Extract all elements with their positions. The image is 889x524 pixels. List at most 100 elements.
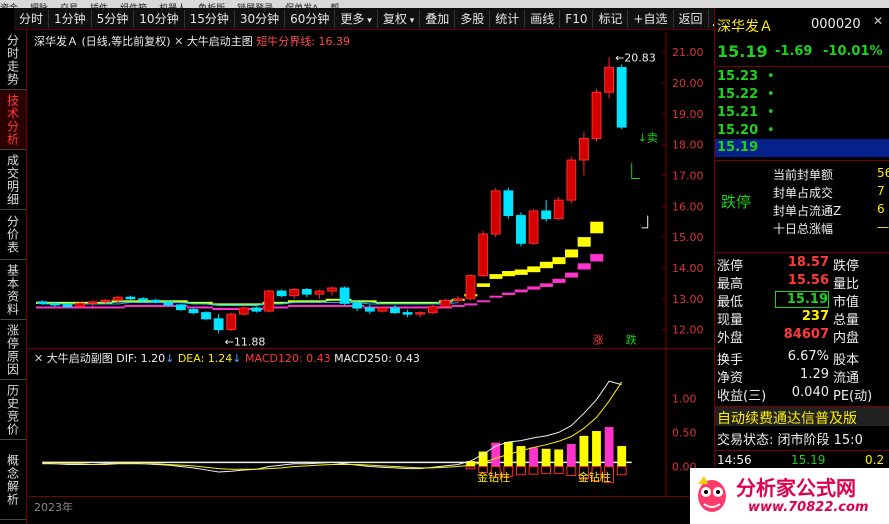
toolbar-button-12[interactable]: 画线: [525, 9, 561, 28]
quote-value: 0.040: [791, 385, 829, 400]
sidebar-item-0[interactable]: 分时走势: [0, 30, 26, 90]
main-indicator-name[interactable]: 大牛启动主图: [187, 35, 253, 48]
candle-body[interactable]: [226, 313, 237, 331]
candle-body[interactable]: [516, 215, 526, 244]
candle-body[interactable]: [276, 290, 287, 297]
sidebar-item-5[interactable]: 涨停原因: [0, 320, 26, 380]
ask-row[interactable]: 15.21 •: [715, 104, 889, 122]
candle-body[interactable]: [87, 301, 98, 304]
stock-trading-window: 资金把脉交易插件组件箱机器人免析版锁屏登录保单发A帮 分时1分钟5分钟10分钟1…: [0, 0, 889, 524]
toolbar-button-7[interactable]: 更多: [335, 9, 378, 28]
toolbar-button-11[interactable]: 统计: [490, 9, 526, 28]
toolbar-button-2[interactable]: 5分钟: [92, 9, 135, 28]
toolbar-button-4[interactable]: 15分钟: [185, 9, 235, 28]
sidebar-item-3[interactable]: 分价表: [0, 210, 26, 260]
toolbar-button-0[interactable]: 分时: [14, 9, 50, 28]
price-tick-label: 15.00: [672, 231, 704, 244]
candle-body[interactable]: [415, 312, 426, 315]
candle-body[interactable]: [390, 307, 400, 314]
candle-body[interactable]: [327, 287, 337, 292]
candle-body[interactable]: [175, 304, 186, 311]
magenta-band-segment: [98, 306, 113, 309]
candle-body[interactable]: [37, 301, 48, 304]
toolbar-button-8[interactable]: 复权: [378, 9, 421, 28]
candle-body[interactable]: [289, 289, 300, 297]
candle-body[interactable]: [125, 296, 136, 300]
candle-body[interactable]: [112, 296, 123, 301]
gear-icon[interactable]: ✕: [174, 35, 183, 48]
candle-body[interactable]: [377, 307, 388, 312]
toolbar-button-10[interactable]: 多股: [455, 9, 491, 28]
ask-row[interactable]: 15.20 •: [715, 122, 889, 140]
sidebar-item-6[interactable]: 历史竞价: [0, 380, 26, 440]
candle-body[interactable]: [478, 233, 489, 277]
candle-body[interactable]: [604, 67, 615, 93]
candle-body[interactable]: [352, 302, 363, 309]
toolbar-button-5[interactable]: 30分钟: [235, 9, 286, 28]
candle-body[interactable]: [453, 298, 463, 301]
candle-body[interactable]: [188, 309, 199, 314]
candle-body[interactable]: [503, 190, 514, 217]
toolbar-button-13[interactable]: F10: [560, 9, 594, 28]
toolbar-button-15[interactable]: +自选: [628, 9, 674, 28]
promo-link[interactable]: 自动续费通达信普及版: [715, 406, 889, 427]
candle-body[interactable]: [364, 307, 375, 312]
candle-body[interactable]: [150, 299, 161, 303]
price-chart[interactable]: 21.00 20.00 19.00 18.00 17.00 16.00 15.00 14.00…: [28, 31, 714, 349]
sidebar-item-1[interactable]: 技术分析: [0, 90, 26, 150]
candle-body[interactable]: [238, 307, 249, 315]
candle-body[interactable]: [138, 298, 148, 301]
sidebar-item-7[interactable]: 概念解析: [0, 440, 26, 520]
candle-body[interactable]: [440, 299, 451, 307]
price-change: -1.69: [775, 44, 813, 59]
candle-body[interactable]: [616, 67, 627, 128]
candle-body[interactable]: [579, 137, 589, 161]
quote-header: 深华发Ａ 000020 ✕: [715, 8, 889, 38]
candle-body[interactable]: [100, 299, 111, 303]
close-icon[interactable]: ✕: [873, 14, 883, 28]
ask-row[interactable]: 15.22 •: [715, 86, 889, 104]
candle-body[interactable]: [553, 199, 564, 220]
macd-chart[interactable]: 1.000.500.00金钻柱 金钻柱: [28, 349, 714, 495]
candle-body[interactable]: [264, 290, 274, 312]
quote-label-right: 跌停: [833, 259, 860, 274]
yellow-band-segment: [577, 237, 591, 247]
toolbar-button-1[interactable]: 1分钟: [49, 9, 92, 28]
candle-body[interactable]: [62, 304, 73, 307]
candle-body[interactable]: [251, 307, 262, 312]
sidebar-item-2[interactable]: 成交明细: [0, 150, 26, 210]
candle-body[interactable]: [201, 312, 211, 320]
candle-body[interactable]: [213, 318, 224, 331]
candle-body[interactable]: [427, 305, 438, 314]
quote-row: 最高 15.56 量比: [715, 273, 889, 292]
candle-body[interactable]: [402, 312, 413, 315]
toolbar-button-16[interactable]: 返回: [674, 9, 709, 28]
market-status: 交易状态: 闭市阶段 15:0: [715, 428, 889, 448]
yellow-band-segment: [514, 269, 528, 275]
quote-label: 现量: [717, 313, 744, 328]
candle-body[interactable]: [314, 290, 325, 295]
candle-body[interactable]: [75, 302, 85, 307]
candle-body[interactable]: [528, 210, 539, 244]
sidebar-item-4[interactable]: 基本资料: [0, 260, 26, 320]
toolbar-button-9[interactable]: 叠加: [420, 9, 456, 28]
ask-row[interactable]: 15.23 •: [715, 68, 889, 86]
yellow-band-segment: [476, 283, 490, 287]
candle-body[interactable]: [301, 289, 312, 295]
candle-body[interactable]: [490, 190, 501, 235]
candle-body[interactable]: [339, 287, 350, 304]
toolbar-button-14[interactable]: 标记: [593, 9, 629, 28]
sub-indicator-name[interactable]: 大牛启动副图: [47, 352, 113, 365]
candle-body[interactable]: [49, 302, 60, 306]
logo-url: www.70822.com: [748, 500, 869, 515]
candle-body[interactable]: [465, 275, 476, 300]
toolbar-button-6[interactable]: 60分钟: [285, 9, 336, 28]
candle-body[interactable]: [163, 301, 174, 306]
toolbar-button-3[interactable]: 10分钟: [134, 9, 185, 28]
candle-body[interactable]: [591, 91, 602, 139]
candle-body[interactable]: [566, 159, 577, 201]
adjust-mode[interactable]: (日线,等比前复权): [82, 35, 171, 48]
gear-icon[interactable]: ✕: [34, 352, 43, 365]
bid-row[interactable]: 15.19: [715, 139, 889, 157]
candle-body[interactable]: [541, 210, 552, 220]
